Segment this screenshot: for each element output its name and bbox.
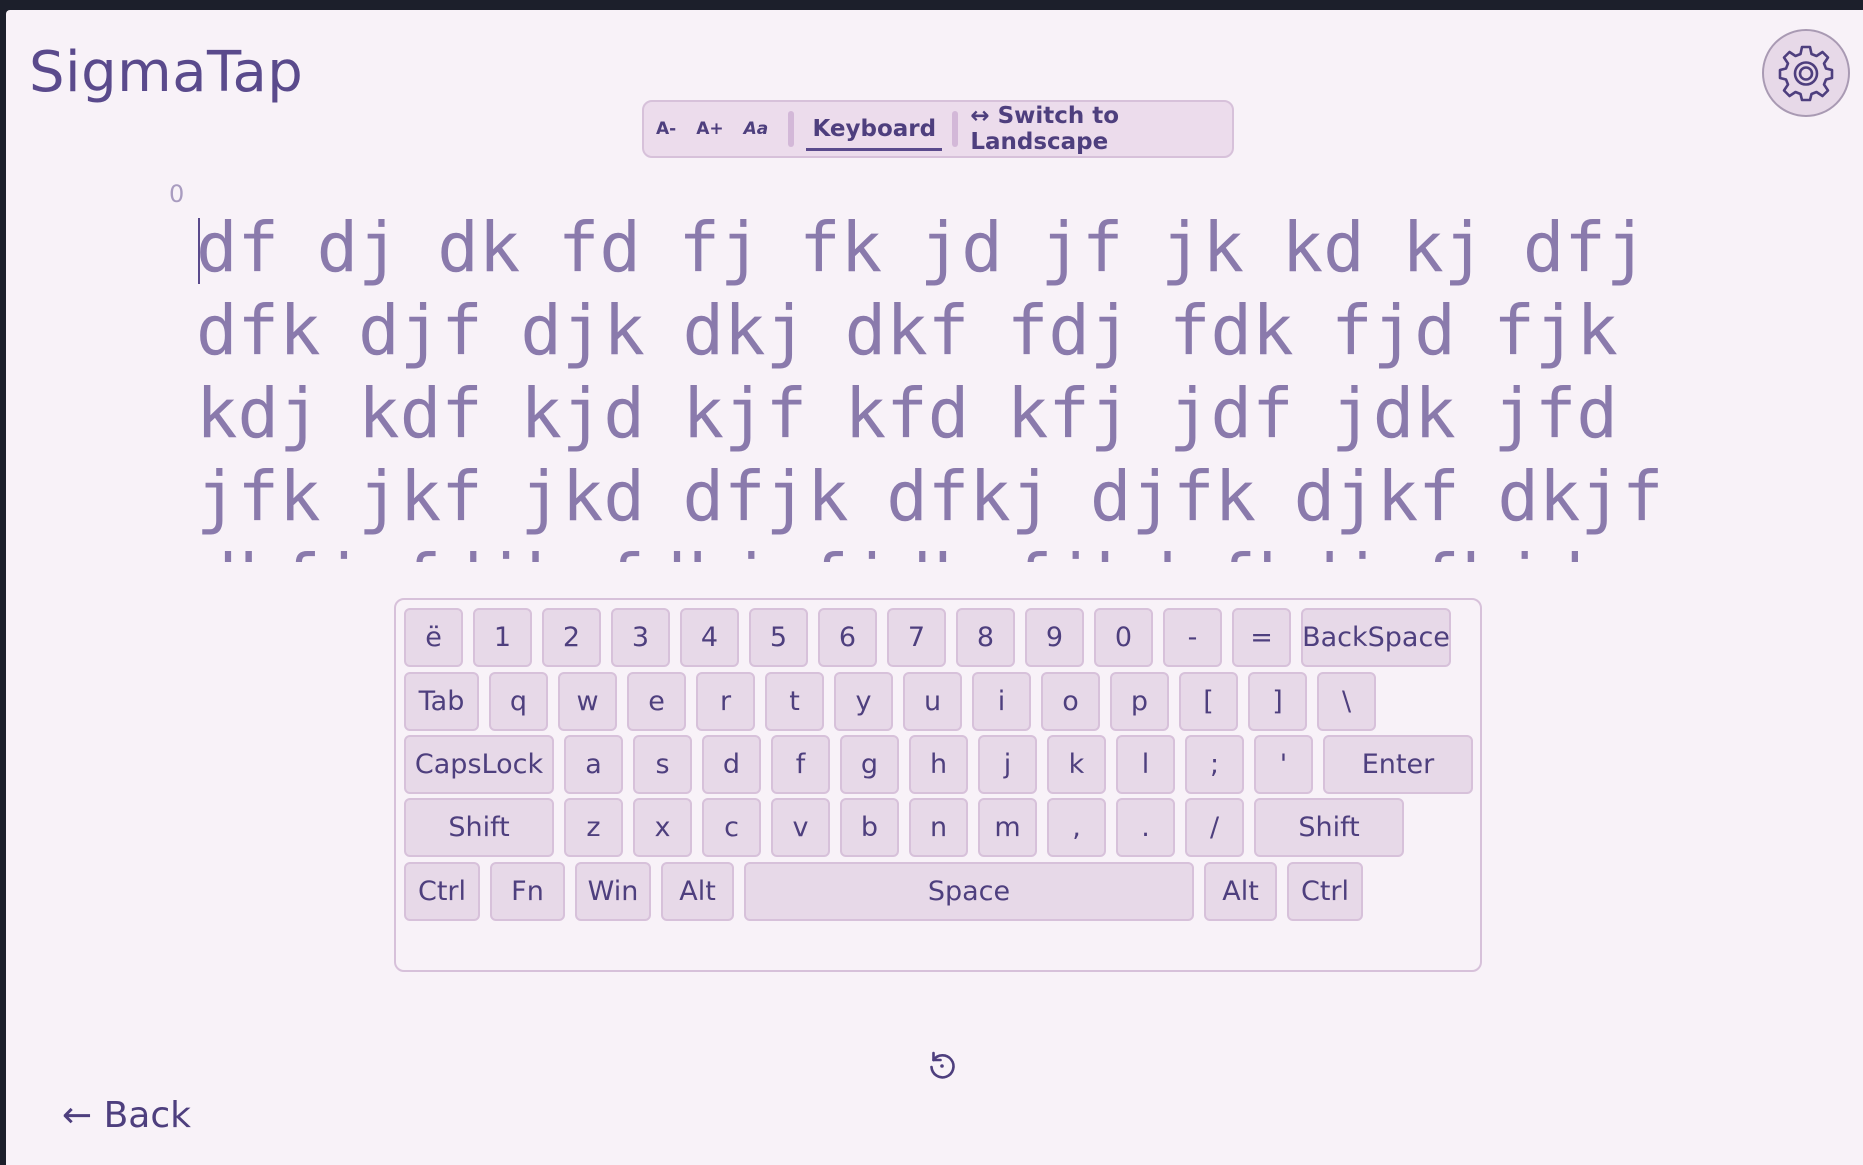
- key-alt[interactable]: Alt: [1204, 862, 1277, 921]
- app-window: SigmaTap A- A+ Aa Keyboard ↔ Switch to L…: [6, 10, 1863, 1165]
- toolbar-divider: [788, 111, 795, 147]
- key-i[interactable]: i: [972, 672, 1031, 731]
- key-v[interactable]: v: [771, 798, 830, 857]
- key-enter[interactable]: Enter: [1323, 735, 1473, 794]
- key-fn[interactable]: Fn: [490, 862, 565, 921]
- key-9[interactable]: 9: [1025, 608, 1084, 667]
- key-c[interactable]: c: [702, 798, 761, 857]
- key-comma[interactable]: ,: [1047, 798, 1106, 857]
- font-increase-button[interactable]: A+: [686, 119, 733, 139]
- key-r[interactable]: r: [696, 672, 755, 731]
- key-equals[interactable]: =: [1232, 608, 1291, 667]
- key-4[interactable]: 4: [680, 608, 739, 667]
- key-win[interactable]: Win: [575, 862, 651, 921]
- key-ctrl[interactable]: Ctrl: [1287, 862, 1363, 921]
- key-5[interactable]: 5: [749, 608, 808, 667]
- key-u[interactable]: u: [903, 672, 962, 731]
- key-3[interactable]: 3: [611, 608, 670, 667]
- font-style-button[interactable]: Aa: [734, 119, 779, 139]
- progress-counter: 0: [169, 180, 185, 208]
- gear-icon: [1778, 45, 1834, 102]
- key-g[interactable]: g: [840, 735, 899, 794]
- key-a[interactable]: a: [564, 735, 623, 794]
- key-o[interactable]: o: [1041, 672, 1100, 731]
- key-backspace[interactable]: BackSpace: [1301, 608, 1451, 667]
- key-f[interactable]: f: [771, 735, 830, 794]
- key-w[interactable]: w: [558, 672, 617, 731]
- key-6[interactable]: 6: [818, 608, 877, 667]
- key-e[interactable]: e: [627, 672, 686, 731]
- key-p[interactable]: p: [1110, 672, 1169, 731]
- key-d[interactable]: d: [702, 735, 761, 794]
- keyboard-tab[interactable]: Keyboard: [806, 116, 943, 151]
- app-title: SigmaTap: [29, 40, 304, 105]
- key-semicolon[interactable]: ;: [1185, 735, 1244, 794]
- key-left-bracket[interactable]: [: [1179, 672, 1238, 731]
- key-8[interactable]: 8: [956, 608, 1015, 667]
- practice-text[interactable]: df dj dk fd fj fk jd jf jk kd kj dfj dfk…: [196, 207, 1686, 562]
- key-y[interactable]: y: [834, 672, 893, 731]
- key-n[interactable]: n: [909, 798, 968, 857]
- key-s[interactable]: s: [633, 735, 692, 794]
- key-h[interactable]: h: [909, 735, 968, 794]
- key-k[interactable]: k: [1047, 735, 1106, 794]
- key-backslash[interactable]: \: [1317, 672, 1376, 731]
- key-b[interactable]: b: [840, 798, 899, 857]
- key-2[interactable]: 2: [542, 608, 601, 667]
- key-slash[interactable]: /: [1185, 798, 1244, 857]
- switch-landscape-button[interactable]: ↔ Switch to Landscape: [970, 103, 1232, 155]
- toolbar-divider: [952, 111, 959, 147]
- key-alt[interactable]: Alt: [661, 862, 734, 921]
- key-j[interactable]: j: [978, 735, 1037, 794]
- settings-button[interactable]: [1762, 29, 1850, 117]
- key-right-bracket[interactable]: ]: [1248, 672, 1307, 731]
- toolbar: A- A+ Aa Keyboard ↔ Switch to Landscape: [642, 100, 1234, 158]
- key-quote[interactable]: ': [1254, 735, 1313, 794]
- key-capslock[interactable]: CapsLock: [404, 735, 554, 794]
- key-7[interactable]: 7: [887, 608, 946, 667]
- key-space[interactable]: Space: [744, 862, 1194, 921]
- key-z[interactable]: z: [564, 798, 623, 857]
- key-t[interactable]: t: [765, 672, 824, 731]
- key-period[interactable]: .: [1116, 798, 1175, 857]
- key-ctrl[interactable]: Ctrl: [404, 862, 480, 921]
- key-minus[interactable]: -: [1163, 608, 1222, 667]
- key-1[interactable]: 1: [473, 608, 532, 667]
- key-m[interactable]: m: [978, 798, 1037, 857]
- key-x[interactable]: x: [633, 798, 692, 857]
- key-e-umlaut[interactable]: ë: [404, 608, 463, 667]
- key-shift[interactable]: Shift: [404, 798, 554, 857]
- key-l[interactable]: l: [1116, 735, 1175, 794]
- text-caret: [198, 218, 200, 284]
- key-q[interactable]: q: [489, 672, 548, 731]
- on-screen-keyboard: ë 1 2 3 4 5 6 7 8 9 0- = BackSpace Tab q w e r t y u i o p[] \ Ca…: [394, 598, 1482, 972]
- key-0[interactable]: 0: [1094, 608, 1153, 667]
- font-decrease-button[interactable]: A-: [644, 119, 686, 139]
- reset-icon[interactable]: [924, 1048, 960, 1084]
- back-button[interactable]: ← Back: [62, 1095, 191, 1136]
- key-shift[interactable]: Shift: [1254, 798, 1404, 857]
- key-tab[interactable]: Tab: [404, 672, 479, 731]
